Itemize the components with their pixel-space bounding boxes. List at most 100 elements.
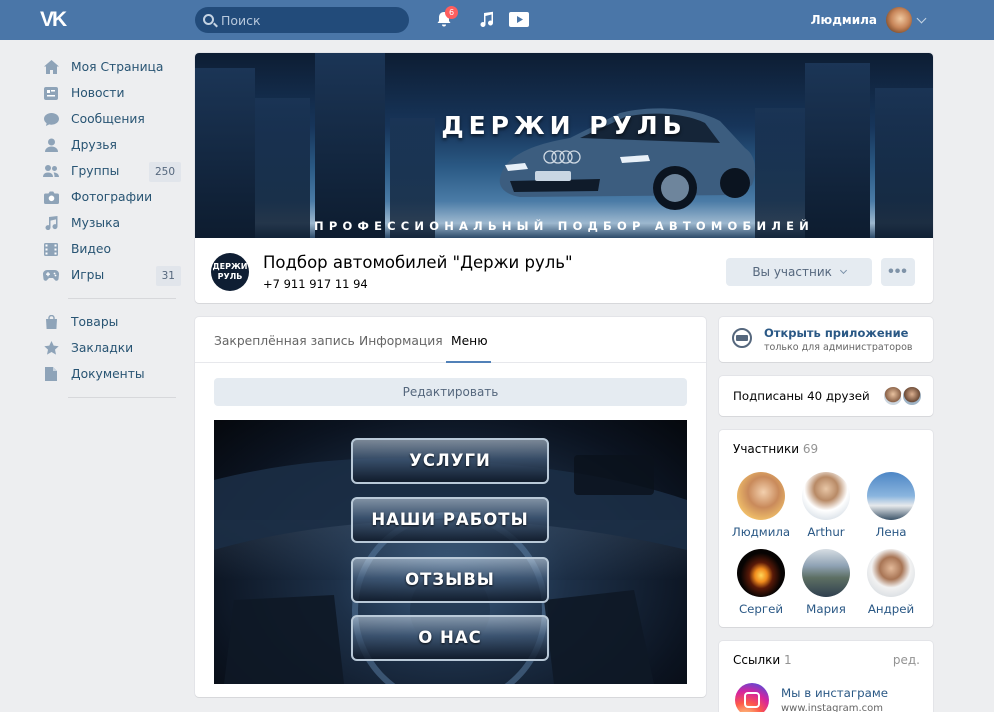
sidebar-item-video[interactable]: Видео	[40, 236, 182, 262]
sidebar-item-label: Новости	[71, 86, 125, 100]
sidebar-item-friends[interactable]: Друзья	[40, 132, 182, 158]
gamepad-icon	[43, 268, 59, 282]
menu-card: Закреплённая запись Информация Меню Реда…	[195, 317, 706, 697]
sidebar-item-label: Игры	[71, 268, 105, 282]
app-admin-note: только для администраторов	[764, 342, 913, 353]
member-name: Андрей	[867, 602, 915, 616]
group-logo-text: ДЕРЖИ	[212, 262, 248, 271]
more-actions-button[interactable]: •••	[881, 258, 915, 286]
sidebar-item-label: Видео	[71, 242, 112, 256]
member-avatar	[737, 549, 785, 597]
instagram-icon[interactable]	[735, 683, 769, 712]
group-logo[interactable]: ДЕРЖИ РУЛЬ	[211, 253, 249, 291]
sidebar-item-label: Документы	[71, 367, 145, 381]
member-name: Arthur	[807, 525, 845, 539]
user-name[interactable]: Людмила	[811, 13, 877, 27]
sidebar-item-games[interactable]: Игры 31	[40, 262, 182, 288]
sidebar-item-music[interactable]: Музыка	[40, 210, 182, 236]
menu-image: УСЛУГИ НАШИ РАБОТЫ ОТЗЫВЫ О НАС	[214, 420, 687, 684]
members-title-label: Участники	[733, 442, 800, 456]
open-app-link[interactable]: Открыть приложение	[764, 326, 908, 340]
instagram-link[interactable]: Мы в инстаграме	[781, 686, 888, 700]
sidebar-item-photos[interactable]: Фотографии	[40, 184, 182, 210]
member-avatar	[802, 472, 850, 520]
video-play-icon[interactable]	[508, 10, 529, 30]
member-name: Мария	[806, 602, 846, 616]
sidebar-item-label: Закладки	[71, 341, 134, 355]
star-icon	[43, 341, 59, 355]
friends-icon	[43, 138, 59, 152]
member-item[interactable]: Лена	[861, 472, 921, 539]
sidebar-item-label: Музыка	[71, 216, 121, 230]
sidebar-item-my-page[interactable]: Моя Страница	[40, 54, 182, 80]
menu-services-button[interactable]: УСЛУГИ	[351, 438, 549, 484]
member-item[interactable]: Сергей	[731, 549, 791, 616]
links-title[interactable]: Ссылки 1	[733, 653, 792, 667]
sidebar-divider	[68, 397, 176, 398]
games-count-badge: 31	[155, 266, 181, 286]
open-app-card[interactable]: Открыть приложение только для администра…	[719, 317, 933, 362]
tab-menu[interactable]: Меню	[451, 334, 488, 348]
friends-subscribed-card[interactable]: Подписаны 40 друзей	[719, 376, 933, 416]
menu-about-button[interactable]: О НАС	[351, 615, 549, 661]
user-avatar[interactable]	[886, 7, 912, 33]
member-avatar	[867, 549, 915, 597]
menu-reviews-button[interactable]: ОТЗЫВЫ	[351, 557, 549, 603]
tab-bar: Закреплённая запись Информация Меню	[195, 317, 706, 363]
member-name: Лена	[875, 525, 907, 539]
search-box[interactable]	[195, 7, 409, 33]
search-input[interactable]	[221, 7, 401, 33]
sidebar-item-label: Группы	[71, 164, 120, 178]
friend-avatar	[901, 385, 923, 407]
member-status-label: Вы участник	[752, 265, 832, 279]
menu-our-works-button[interactable]: НАШИ РАБОТЫ	[351, 497, 549, 543]
music-icon	[43, 216, 59, 230]
member-item[interactable]: Мария	[796, 549, 856, 616]
member-item[interactable]: Андрей	[861, 549, 921, 616]
links-edit-link[interactable]: ред.	[893, 653, 920, 667]
home-icon	[43, 60, 59, 74]
member-item[interactable]: Arthur	[796, 472, 856, 539]
member-name: Сергей	[738, 602, 784, 616]
group-phone: +7 911 917 11 94	[263, 277, 368, 291]
links-card: Ссылки 1 ред. Мы в инстаграме www.instag…	[719, 641, 933, 712]
members-card: Участники 69 Людмила Arthur Лена Сергей …	[719, 430, 933, 627]
document-icon	[43, 367, 59, 381]
links-title-label: Ссылки	[733, 653, 781, 667]
friends-subscribed-text: Подписаны 40 друзей	[733, 389, 870, 403]
chevron-down-icon[interactable]	[916, 13, 927, 24]
camera-icon	[43, 190, 59, 204]
chevron-down-icon	[839, 266, 847, 275]
sidebar-item-news[interactable]: Новости	[40, 80, 182, 106]
left-navigation: Моя Страница Новости Сообщения Друзья Гр…	[40, 54, 182, 408]
news-icon	[43, 86, 59, 100]
sidebar-item-groups[interactable]: Группы 250	[40, 158, 182, 184]
sidebar-item-goods[interactable]: Товары	[40, 309, 182, 335]
search-icon	[203, 14, 214, 25]
tab-pinned-post[interactable]: Закреплённая запись	[214, 334, 355, 348]
edit-button[interactable]: Редактировать	[214, 378, 687, 406]
links-count: 1	[784, 653, 792, 667]
app-icon	[732, 328, 752, 348]
member-item[interactable]: Людмила	[731, 472, 791, 539]
member-status-button[interactable]: Вы участник	[726, 258, 872, 286]
sidebar-item-messages[interactable]: Сообщения	[40, 106, 182, 132]
messages-icon	[43, 112, 59, 126]
sidebar-item-documents[interactable]: Документы	[40, 361, 182, 387]
groups-icon	[43, 164, 59, 178]
sidebar-item-label: Друзья	[71, 138, 117, 152]
vk-logo[interactable]: VK	[40, 8, 74, 32]
bag-icon	[43, 315, 59, 329]
sidebar-item-bookmarks[interactable]: Закладки	[40, 335, 182, 361]
top-bar: VK 6 Людмила	[0, 0, 994, 40]
active-tab-indicator	[446, 361, 491, 363]
sidebar-item-label: Моя Страница	[71, 60, 164, 74]
music-icon[interactable]	[478, 10, 498, 30]
sidebar-item-label: Сообщения	[71, 112, 145, 126]
video-icon	[43, 242, 59, 256]
member-avatar	[802, 549, 850, 597]
members-title[interactable]: Участники 69	[733, 442, 818, 456]
tab-information[interactable]: Информация	[359, 334, 443, 348]
bell-icon[interactable]: 6	[435, 6, 458, 30]
members-count: 69	[802, 442, 819, 456]
